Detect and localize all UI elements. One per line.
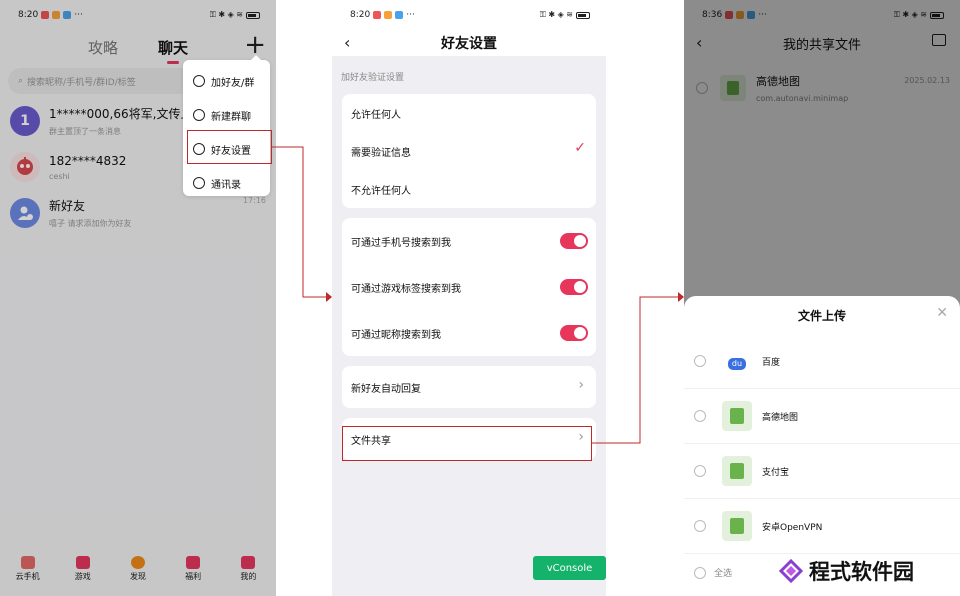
watermark-text: 程式软件园: [809, 560, 914, 584]
menu-label: 通讯录: [211, 179, 241, 191]
toggle-row-game-tag: 可通过游戏标签搜索到我: [342, 264, 596, 310]
option-allow-anyone[interactable]: 允许任何人: [342, 94, 596, 132]
nickname-search-toggle[interactable]: [560, 325, 588, 341]
highlight-box: [342, 426, 592, 461]
toggle-label: 可通过昵称搜索到我: [351, 329, 441, 341]
upload-item-name: 安卓OpenVPN: [762, 522, 823, 533]
upload-select-radio[interactable]: [694, 355, 706, 367]
game-tag-search-toggle[interactable]: [560, 279, 588, 295]
auto-reply-card: 新好友自动回复 ›: [342, 366, 596, 408]
menu-contacts[interactable]: 通讯录: [183, 166, 270, 200]
header: ‹ 好友设置: [332, 30, 606, 56]
upload-item-name: 百度: [762, 357, 781, 368]
phone-search-toggle[interactable]: [560, 233, 588, 249]
apk-icon: [722, 456, 752, 486]
apk-icon: [722, 511, 752, 541]
toggle-label: 可通过手机号搜索到我: [351, 237, 451, 249]
add-friend-icon: [193, 75, 205, 87]
app-notification-icon: [373, 11, 382, 19]
select-all[interactable]: 全选: [694, 566, 732, 579]
vconsole-button[interactable]: vConsole: [533, 556, 606, 580]
toggle-row-phone: 可通过手机号搜索到我: [342, 218, 596, 264]
new-group-icon: [193, 109, 205, 121]
battery-icon: [576, 11, 590, 19]
menu-label: 新建群聊: [211, 111, 251, 123]
app-notification-icon: [384, 11, 393, 19]
sheet-title: 文件上传 ✕: [797, 305, 948, 323]
upload-item-name: 支付宝: [762, 467, 790, 478]
chevron-right-icon: ›: [578, 377, 584, 393]
status-more: ···: [406, 10, 415, 20]
upload-select-radio[interactable]: [694, 465, 706, 477]
checkmark-icon: ✓: [574, 140, 586, 156]
upload-select-radio[interactable]: [694, 410, 706, 422]
option-allow-none[interactable]: 不允许任何人: [342, 170, 596, 208]
signal-icon: ⚿ ✱ ◈ ≋: [539, 10, 573, 19]
search-settings-card: 可通过手机号搜索到我 可通过游戏标签搜索到我 可通过昵称搜索到我: [342, 218, 596, 356]
auto-reply-row[interactable]: 新好友自动回复 ›: [342, 366, 596, 408]
status-time: 8:20: [350, 10, 371, 20]
friend-settings-screen: 8:20 ··· ⚿ ✱ ◈ ≋ ‹ 好友设置 加好友验证设置 允许任何人 需要…: [332, 0, 606, 596]
status-bar: 8:20 ··· ⚿ ✱ ◈ ≋: [332, 0, 606, 30]
option-require-verification[interactable]: 需要验证信息 ✓: [342, 132, 596, 170]
app-notification-icon: [395, 11, 404, 19]
menu-label: 加好友/群: [211, 77, 255, 89]
baidu-icon: [722, 346, 752, 376]
screenshot-composite: 8:20 ··· ⚿ ✱ ◈ ≋ 攻略 聊天 + ⌕ 搜索昵称/手机号/群ID/…: [0, 0, 960, 596]
upload-item[interactable]: 高德地图: [684, 389, 960, 444]
menu-add-friend[interactable]: 加好友/群: [183, 64, 270, 98]
toggle-row-nickname: 可通过昵称搜索到我: [342, 310, 596, 356]
chat-list-screen: 8:20 ··· ⚿ ✱ ◈ ≋ 攻略 聊天 + ⌕ 搜索昵称/手机号/群ID/…: [0, 0, 276, 596]
upload-bottom-sheet: 文件上传 ✕ 百度 高德地图 支付宝 安卓OpenVPN: [684, 296, 960, 596]
verify-options-card: 允许任何人 需要验证信息 ✓ 不允许任何人: [342, 94, 596, 208]
shared-files-screen: 8:36 ··· ⚿ ✱ ◈ ≋ ‹ 我的共享文件 高德地图 com.auton…: [684, 0, 960, 596]
toggle-label: 可通过游戏标签搜索到我: [351, 283, 461, 295]
watermark-logo-icon: [779, 559, 803, 583]
upload-select-radio[interactable]: [694, 520, 706, 532]
upload-item-name: 高德地图: [762, 412, 799, 423]
highlight-box: [187, 130, 272, 164]
watermark: 程式软件园: [779, 556, 914, 586]
upload-item[interactable]: 支付宝: [684, 444, 960, 499]
upload-item[interactable]: 百度: [684, 334, 960, 389]
upload-item[interactable]: 安卓OpenVPN: [684, 499, 960, 554]
row-label: 新好友自动回复: [351, 383, 421, 395]
select-all-label: 全选: [714, 569, 733, 579]
apk-icon: [722, 401, 752, 431]
close-icon[interactable]: ✕: [936, 305, 948, 321]
section-label: 加好友验证设置: [341, 73, 405, 83]
select-all-radio[interactable]: [694, 566, 706, 579]
menu-new-group[interactable]: 新建群聊: [183, 98, 270, 132]
page-title: 好友设置: [441, 36, 497, 52]
back-icon[interactable]: ‹: [344, 33, 350, 52]
add-popup-menu: 加好友/群 新建群聊 好友设置 通讯录: [183, 55, 270, 196]
contacts-icon: [193, 177, 205, 189]
